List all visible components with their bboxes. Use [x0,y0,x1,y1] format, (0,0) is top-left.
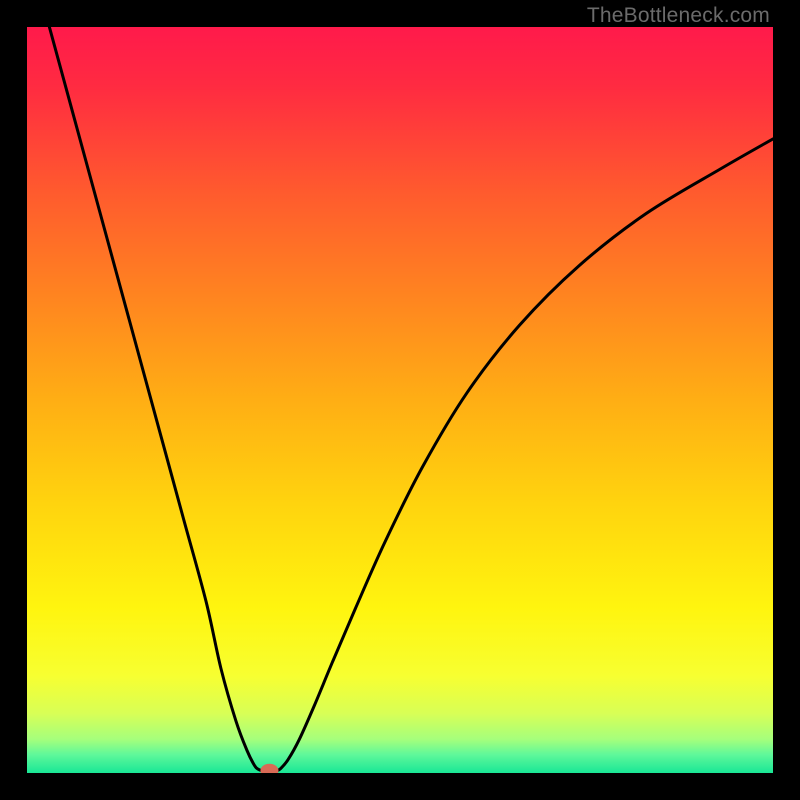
optimum-marker [260,764,278,773]
chart-frame: TheBottleneck.com [0,0,800,800]
plot-area [27,27,773,773]
left-branch-line [49,27,262,771]
watermark-text: TheBottleneck.com [587,4,770,28]
curve-layer [27,27,773,773]
right-branch-line [277,139,773,771]
